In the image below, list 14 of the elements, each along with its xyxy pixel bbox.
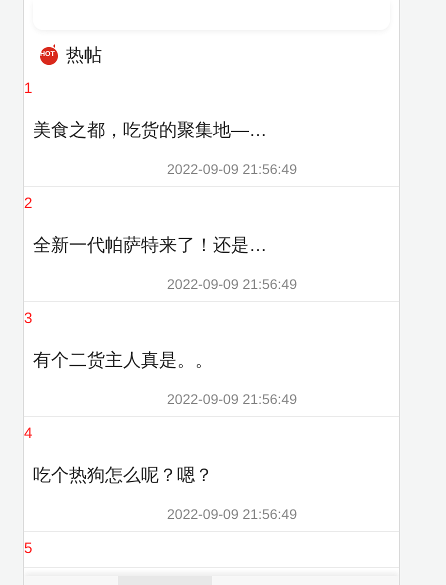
post-time: 2022-09-09 21:56:49 [167,506,297,522]
rank-number: 2 [24,194,32,214]
post-time: 2022-09-09 21:56:49 [167,161,297,177]
post-time: 2022-09-09 21:56:49 [167,391,297,407]
post-title[interactable]: 美食之都，吃货的聚集地—… [24,118,399,142]
rank-number: 5 [24,539,32,559]
rank-number: 4 [24,424,32,444]
post-title[interactable]: 全新一代帕萨特来了！还是… [24,233,399,257]
section-title: 热帖 [66,44,102,67]
post-time: 2022-09-09 21:56:49 [167,276,297,292]
post-title[interactable]: 吃个热狗怎么呢？嗯？ [24,463,399,487]
post-title[interactable]: 有个二货主人真是。。 [24,348,399,372]
rank-number: 1 [24,79,32,99]
rank-number: 3 [24,309,32,329]
